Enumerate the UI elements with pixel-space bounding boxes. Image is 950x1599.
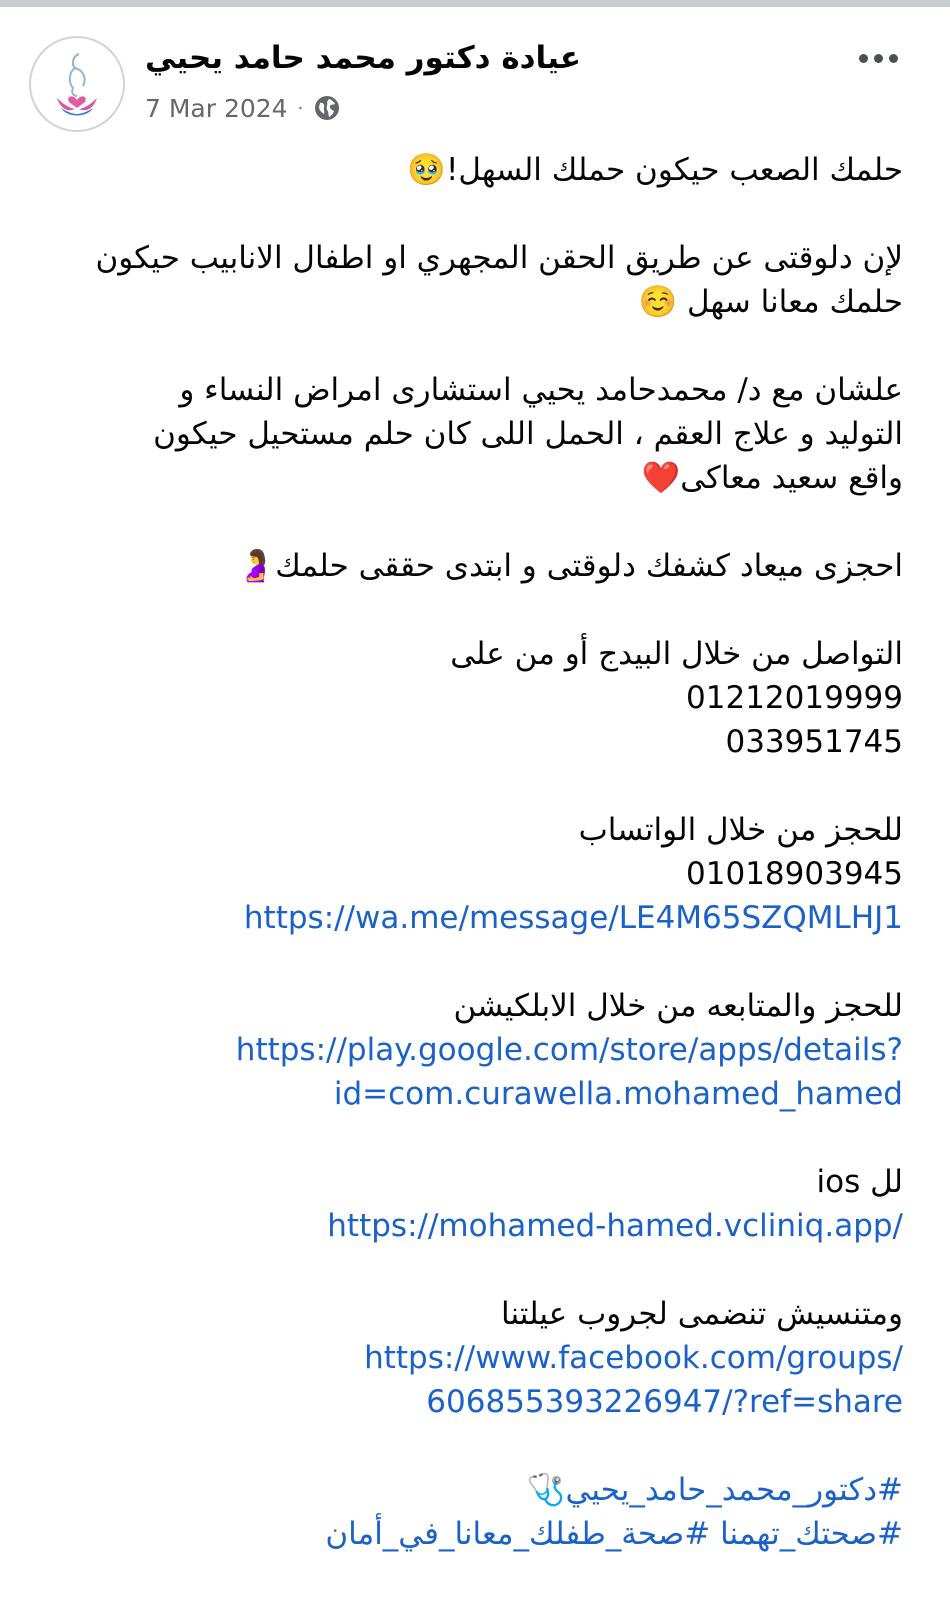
post-line: علشان مع د/ محمدحامد يحيي استشارى امراض …	[179, 372, 903, 408]
more-dot	[889, 54, 898, 63]
post-line: للحجز من خلال الواتساب	[578, 812, 903, 848]
post-text: حلمك الصعب حيكون حملك السهل!🥹 لإن دلوقتى…	[40, 148, 903, 1556]
ios-app-link[interactable]: https://mohamed-hamed.vcliniq.app/	[40, 1204, 903, 1248]
page-name[interactable]: عيادة دكتور محمد حامد يحيي	[145, 40, 585, 76]
phone-number: 033951745	[725, 724, 903, 760]
post-line: حلمك معانا سهل ☺️	[638, 284, 903, 320]
post-line: لإن دلوقتى عن طريق الحقن المجهري او اطفا…	[95, 240, 903, 276]
post-line: التوليد و علاج العقم ، الحمل اللى كان حل…	[153, 416, 903, 452]
whatsapp-link[interactable]: https://wa.me/message/LE4M65SZQMLHJ1	[40, 896, 903, 940]
post-line: للحجز والمتابعه من خلال الابلكيشن	[453, 988, 904, 1024]
more-dot	[874, 54, 883, 63]
facebook-group-link[interactable]: https://www.facebook.com/groups/	[40, 1336, 903, 1380]
more-options-button[interactable]	[857, 46, 900, 71]
hashtag-link[interactable]: #دكتور_محمد_حامد_يحيي🩺	[40, 1468, 903, 1512]
clinic-logo-icon	[57, 53, 97, 116]
post-line: حلمك الصعب حيكون حملك السهل!🥹	[407, 152, 903, 188]
globe-icon[interactable]	[313, 94, 341, 122]
post-line: لل ios	[816, 1164, 903, 1200]
phone-number: 01018903945	[686, 856, 903, 892]
more-dot	[859, 54, 868, 63]
post-line: التواصل من خلال البيدج أو من على	[450, 636, 903, 672]
post-meta: 7 Mar 2024 ·	[145, 91, 341, 125]
facebook-group-link[interactable]: 606855393226947/?ref=share	[40, 1380, 903, 1424]
post-date[interactable]: 7 Mar 2024	[145, 94, 288, 123]
post-header: عيادة دكتور محمد حامد يحيي 7 Mar 2024 ·	[0, 36, 950, 136]
play-store-link[interactable]: id=com.curawella.mohamed_hamed	[40, 1072, 903, 1116]
post-line: ومتنسيش تنضمى لجروب عيلتنا	[501, 1296, 903, 1332]
post-line: احجزى ميعاد كشفك دلوقتى و ابتدى حققى حلم…	[236, 548, 903, 584]
post-line: واقع سعيد معاكى❤️	[641, 460, 903, 496]
hashtag-link[interactable]: #صحتك_تهمنا #صحة_طفلك_معانا_في_أمان	[40, 1512, 903, 1556]
page-avatar[interactable]	[29, 36, 125, 132]
play-store-link[interactable]: https://play.google.com/store/apps/detai…	[40, 1028, 903, 1072]
phone-number: 01212019999	[686, 680, 903, 716]
meta-separator: ·	[297, 97, 304, 119]
top-divider	[0, 0, 950, 7]
